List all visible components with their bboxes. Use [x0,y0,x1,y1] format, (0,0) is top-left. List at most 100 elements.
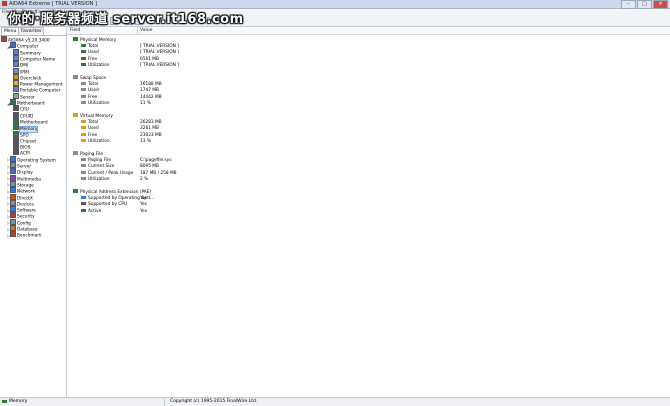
tab-menu[interactable]: Menu [1,27,20,35]
tree-item-motherboard[interactable]: Motherboard [13,117,48,125]
aida-app-icon [2,1,7,6]
tree-item-aida64-v5-20-3400[interactable]: AIDA64 v5.20.3400 [1,36,50,44]
table-row[interactable]: Utilization 2 % [81,177,148,183]
table-row[interactable]: Used 1747 MB [81,88,159,94]
column-separator[interactable] [137,27,138,34]
table-row[interactable]: Total 26283 MB [81,119,162,126]
tree-item-portable-computer[interactable]: Portable Computer [13,86,60,94]
column-value-header[interactable]: Value [140,28,152,33]
tree-item-storage[interactable]: ▷ Storage [7,180,34,188]
security-icon [10,212,16,219]
tree-item-config[interactable]: ▷ Config [7,218,31,226]
tree-item-acpi[interactable]: ACPI [13,149,30,157]
tree-item-server[interactable]: ▷ Server [7,162,31,170]
tree-item-software[interactable]: ▷ Software [7,206,36,214]
table-row[interactable]: Supported by Operating Syst... Yes [81,195,155,202]
tree-item-chipset[interactable]: Chipset [13,136,36,144]
section-header[interactable]: Paging File [73,151,103,157]
tree-item-spd[interactable]: SPD [13,130,29,138]
row-field: Used [88,50,99,55]
memory-module-icon [81,43,86,47]
tree-item-power-management[interactable]: Power Management [13,80,63,88]
tree-item-sensor[interactable]: Sensor [13,92,35,100]
column-header: Field Value [67,27,670,35]
table-row[interactable]: Total [ TRIAL VERSION ] [81,43,179,50]
table-row[interactable]: Active Yes [81,208,147,215]
tree-item-motherboard[interactable]: ◢ Motherboard [7,99,45,107]
memory-module-icon [81,63,86,66]
software-icon [10,206,16,213]
tree-item-bios[interactable]: BIOS [13,143,30,151]
row-field: Total [88,43,99,49]
os-icon [10,155,16,162]
section-header[interactable]: Physical Memory [73,37,116,43]
table-row[interactable]: Free 6561 MB [81,56,159,63]
display-icon [10,168,16,175]
cpu-icon [13,105,19,112]
table-row[interactable]: Free 14442 MB [81,94,162,101]
row-field: Free [88,56,98,62]
tree-item-computer[interactable]: ◢ Computer [7,42,38,50]
tree-item-database[interactable]: ▷ Database [7,225,38,233]
config-icon [10,218,16,225]
pane-tabs: Menu Favorites [0,27,66,36]
tree-item-network[interactable]: ▷ Network [7,187,35,195]
close-button[interactable]: ✕ [653,0,668,9]
tree-item-ipmi[interactable]: IPMI [13,67,29,75]
tree-item-directx[interactable]: ▷ DirectX [7,193,33,201]
motherboard-icon [10,99,16,105]
row-field: Supported by CPU [88,202,128,207]
board-icon [13,117,19,124]
tree-item-computer-name[interactable]: Computer Name [13,54,55,62]
table-row[interactable]: Supported by CPU Yes [81,202,147,208]
section-header[interactable]: Physical Address Extension (PAE) [73,189,151,195]
memory-icon [13,124,19,131]
tree-item-summary[interactable]: Summary [13,48,41,56]
row-value: 1747 MB [140,88,159,93]
section-header[interactable]: Swap Space [73,75,106,81]
tab-favorites[interactable]: Favorites [18,27,45,35]
tree-item-security[interactable]: ▷ Security [7,212,35,220]
tree-item-benchmark[interactable]: ▷ Benchmark [7,231,41,239]
tree-item-cpu[interactable]: CPU [13,105,29,113]
tree-item-multimedia[interactable]: ▷ Multimedia [7,174,41,182]
table-row[interactable]: Utilization 13 % [81,139,151,145]
tree-item-cpuid[interactable]: CPUID [13,111,33,119]
table-row[interactable]: Current Size 8095 MB [81,164,159,170]
column-field-header[interactable]: Field [70,28,80,33]
table-row[interactable]: Used [ TRIAL VERSION ] [81,50,179,56]
swap-icon [81,94,86,98]
row-field: Virtual Memory [80,114,113,119]
tree-item-operating-system[interactable]: ▷ Operating System [7,155,56,163]
table-row[interactable]: Utilization 11 % [81,101,151,107]
section-header[interactable]: Virtual Memory [73,113,113,119]
row-value: 2 % [140,177,149,182]
table-row[interactable]: Utilization [ TRIAL VERSION ] [81,63,179,69]
row-field: Swap Space [80,76,107,81]
row-value: [ TRIAL VERSION ] [140,43,179,49]
window-title: AIDA64 Extreme [ TRIAL VERSION ] [9,1,97,7]
virtual-memory-icon [81,139,86,142]
row-field: Utilization [88,177,110,182]
table-row[interactable]: Current / Peak Usage 187 MB / 258 MB [81,170,177,177]
row-value: 14442 MB [140,94,162,100]
tree-item-display[interactable]: ▷ Display [7,168,33,176]
maximize-button[interactable]: □ [637,0,652,9]
swap-icon [81,88,86,91]
table-row[interactable]: Total 16188 MB [81,81,162,88]
tree-item-memory[interactable]: Memory [13,124,39,133]
devices-icon [10,199,16,206]
dmi-icon [13,61,19,68]
table-row[interactable]: Used 3261 MB [81,126,159,132]
table-row[interactable]: Free 23023 MB [81,132,162,139]
table-row[interactable]: Paging File C:\pagefile.sys [81,157,172,164]
tree-item-dmi[interactable]: DMI [13,61,28,69]
memory-module-icon [2,400,7,403]
row-field: Total [88,119,99,125]
tree-item-overclock[interactable]: Overclock [13,73,41,81]
row-field: Total [88,81,99,87]
memory-module-icon [73,37,78,41]
tree-item-devices[interactable]: ▷ Devices [7,199,34,207]
minimize-button[interactable]: – [621,0,636,9]
virtual-memory-icon [81,126,86,129]
